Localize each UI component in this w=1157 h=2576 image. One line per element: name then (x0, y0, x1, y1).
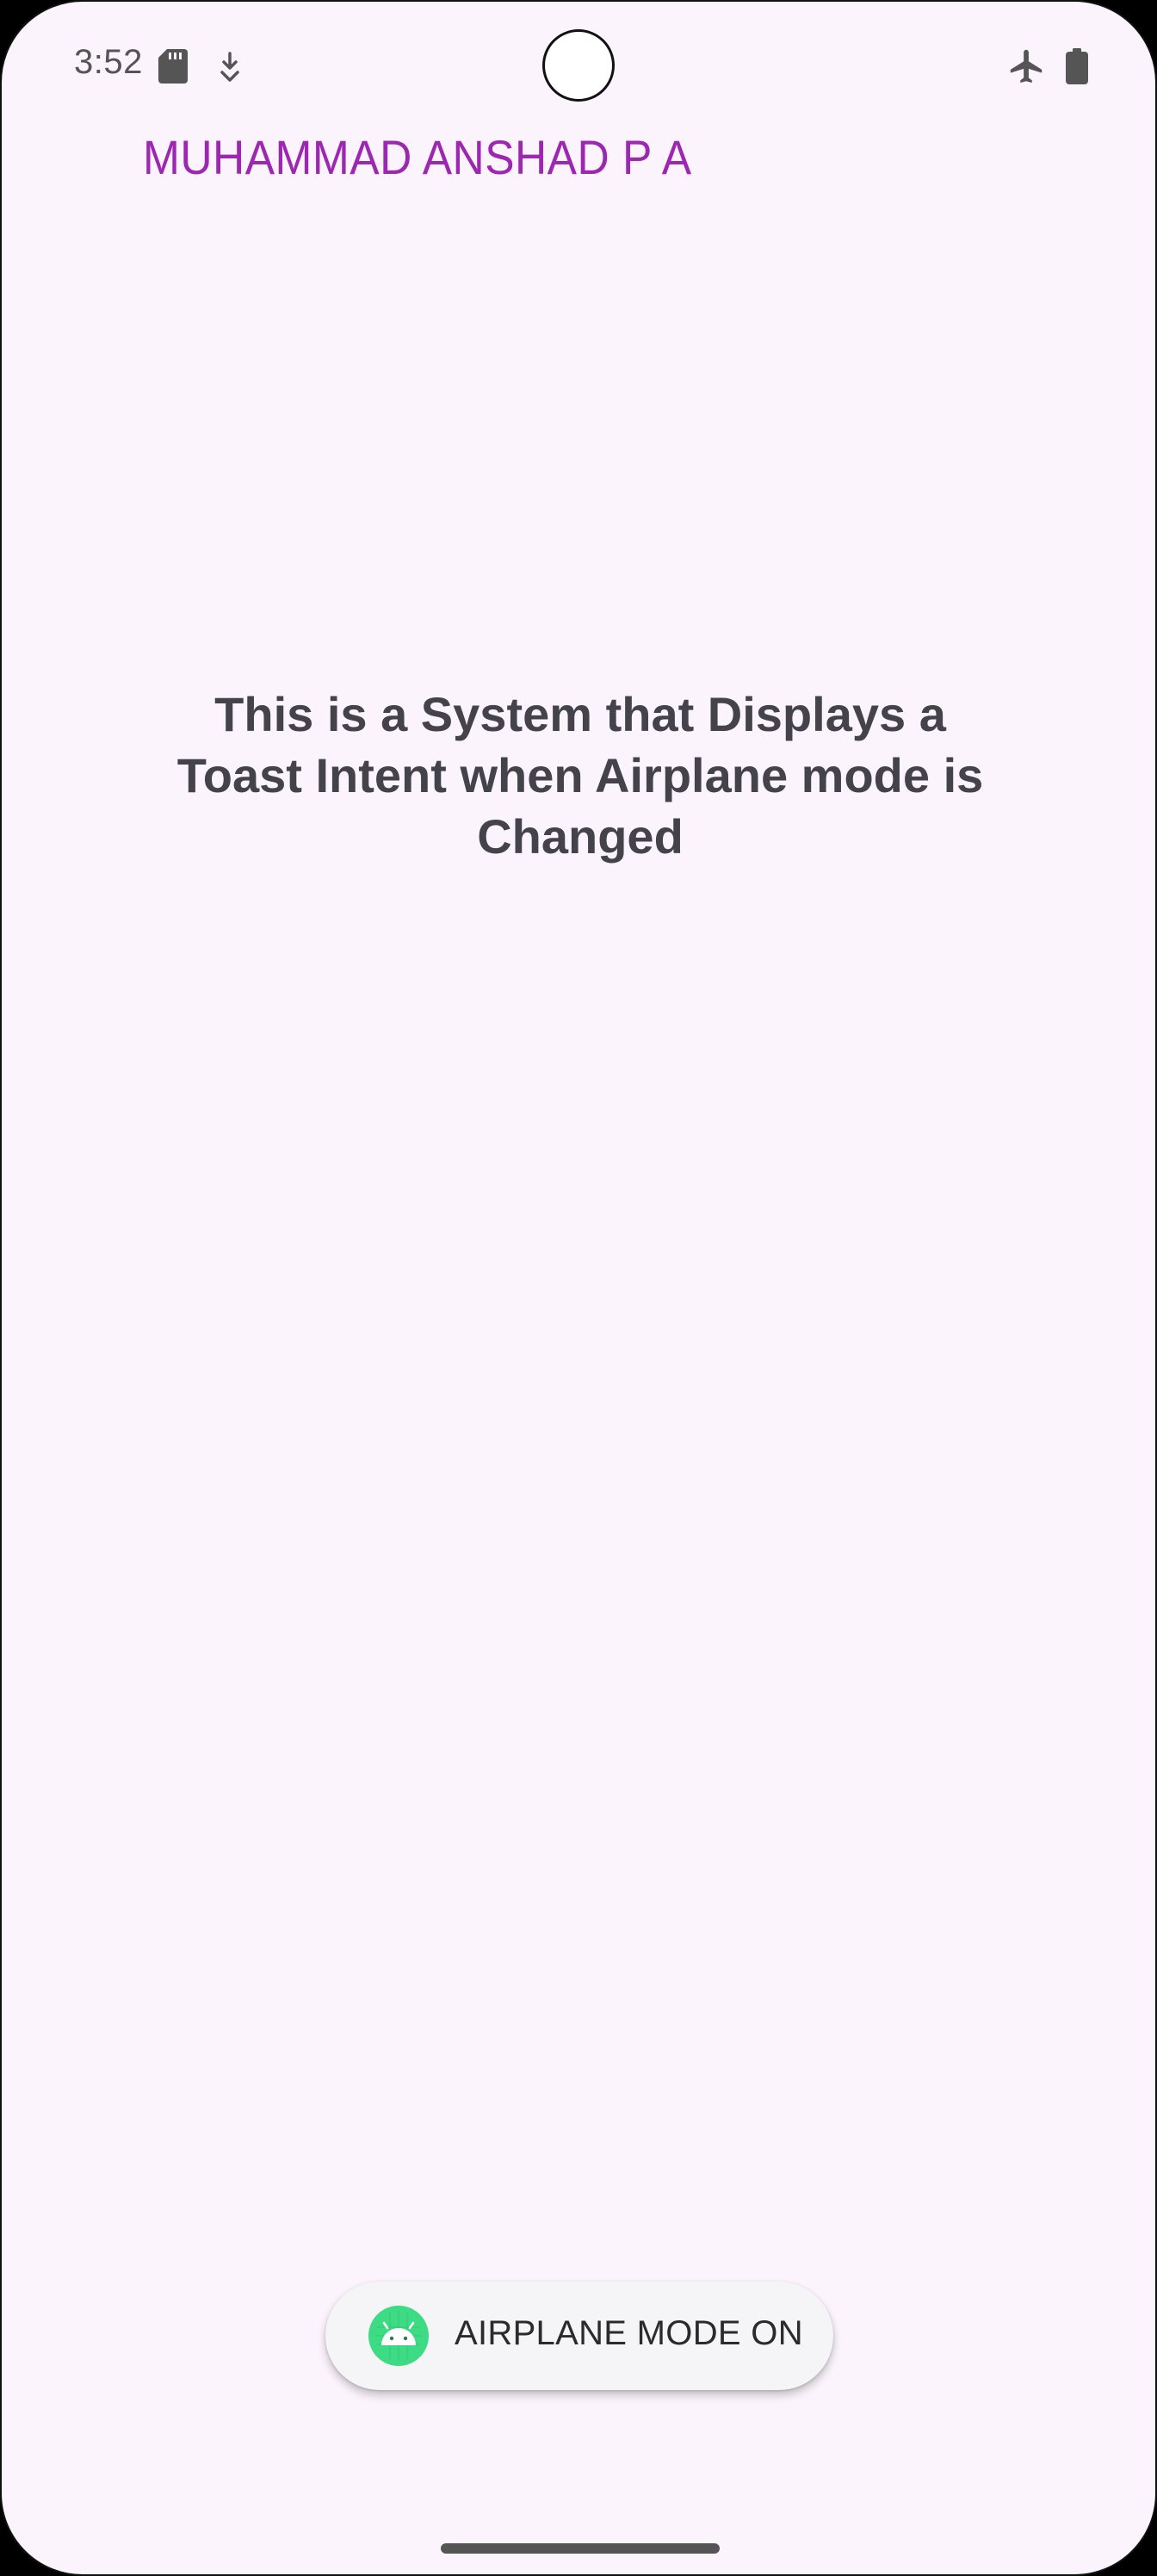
phone-screen: 3:52 MUHAMMAD ANSHAD P A This is a Syste… (0, 0, 1157, 2576)
toast: AIRPLANE MODE ON (325, 2282, 833, 2390)
status-time: 3:52 (74, 43, 143, 81)
status-bar: 3:52 (2, 2, 1155, 131)
download-icon (220, 52, 239, 82)
app-title: MUHAMMAD ANSHAD P A (143, 130, 692, 184)
gesture-nav-handle[interactable] (441, 2543, 720, 2554)
battery-icon (1066, 48, 1088, 84)
airplane-icon (1010, 49, 1043, 84)
camera-cutout (542, 29, 615, 102)
description-text: This is a System that Displays a Toast I… (176, 687, 984, 864)
android-icon (368, 2306, 429, 2366)
toast-message: AIRPLANE MODE ON (455, 2314, 803, 2352)
sd-card-icon (158, 49, 188, 84)
